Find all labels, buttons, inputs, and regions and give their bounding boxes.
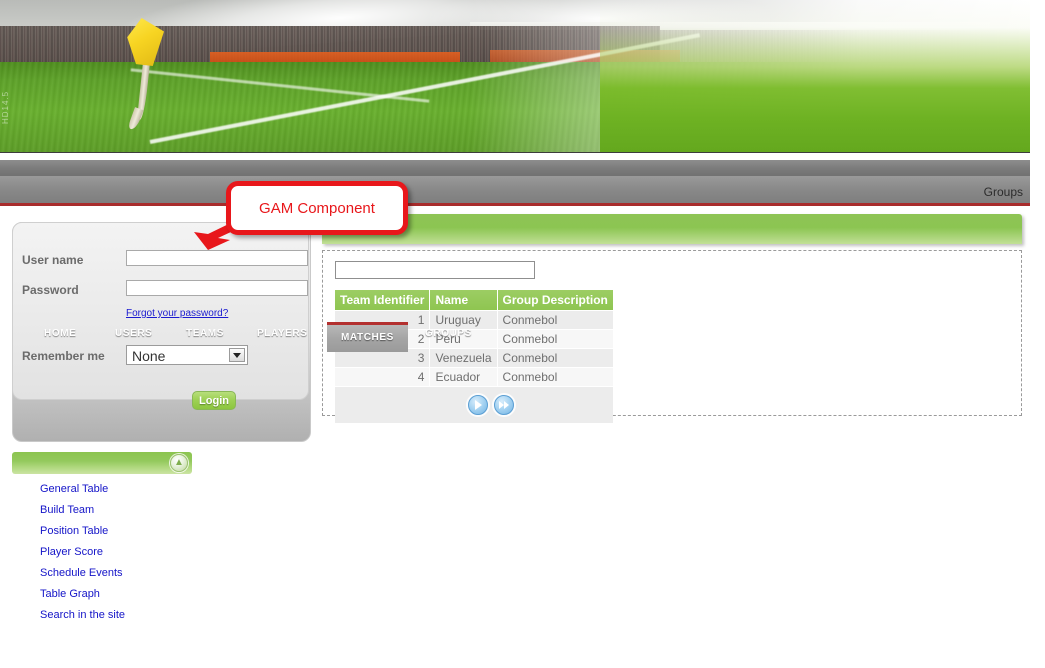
table-cell: 4	[335, 368, 431, 386]
table-header-row: Team Identifier Name Group Description	[335, 290, 613, 310]
site-banner: HD14.5	[0, 0, 1030, 153]
page-title: Groups	[983, 185, 1023, 199]
remember-me-label: Remember me	[22, 349, 105, 363]
callout-gam-component: GAM Component	[226, 181, 408, 235]
side-link[interactable]: General Table	[40, 483, 125, 495]
nav-item-groups[interactable]: GROUPS	[425, 328, 472, 339]
grid-search-input[interactable]	[335, 261, 535, 279]
column-header[interactable]: Team Identifier	[335, 290, 431, 310]
table-cell: Venezuela	[430, 349, 498, 367]
column-header[interactable]: Name	[430, 290, 498, 310]
nav-item-home[interactable]: HOME	[44, 328, 76, 339]
table-pager-row	[335, 387, 613, 423]
main-navigation: HOME USERS TEAMS PLAYERS MATCHES GROUPS	[0, 160, 1030, 352]
table-cell: Conmebol	[497, 330, 613, 348]
table-foot	[335, 387, 613, 423]
username-label: User name	[22, 253, 84, 267]
side-link[interactable]: Build Team	[40, 504, 125, 516]
callout-text: GAM Component	[259, 199, 375, 217]
chevron-down-icon[interactable]	[229, 348, 245, 362]
table-cell: Conmebol	[497, 368, 613, 386]
side-link[interactable]: Schedule Events	[40, 567, 125, 579]
table-row[interactable]: 4 Ecuador Conmebol	[335, 368, 613, 386]
stadium-photo: HD14.5	[0, 0, 1030, 152]
table-head: Team Identifier Name Group Description	[335, 290, 613, 310]
chevron-double-up-icon: ▲	[174, 457, 184, 468]
side-link[interactable]: Search in the site	[40, 609, 125, 621]
nav-item-teams[interactable]: TEAMS	[186, 328, 224, 339]
content-panel: Team Identifier Name Group Description 1 Ur…	[322, 214, 1022, 423]
nav-item-matches[interactable]: MATCHES	[327, 322, 408, 352]
password-label: Password	[22, 283, 79, 297]
next-page-button[interactable]	[468, 395, 488, 415]
nav-item-players[interactable]: PLAYERS	[257, 328, 308, 339]
remember-me-value: None	[132, 348, 166, 364]
sidelinks-list: General Table Build Team Position Table Pla…	[40, 483, 125, 630]
groups-table: Team Identifier Name Group Description 1 Ur…	[335, 289, 613, 424]
remember-me-select[interactable]: None	[126, 345, 248, 365]
column-header[interactable]: Group Description	[497, 290, 613, 310]
side-link[interactable]: Player Score	[40, 546, 125, 558]
triangle-right-icon	[474, 400, 482, 410]
forgot-password-link[interactable]: Forgot your password?	[126, 308, 228, 319]
login-button[interactable]: Login	[192, 391, 236, 410]
table-cell: Conmebol	[497, 311, 613, 329]
pager-cell	[335, 387, 613, 423]
page-root: HD14.5 HOME USERS TEAMS PLAYERS MATCHES GROUP…	[0, 0, 1045, 668]
table-cell: Ecuador	[430, 368, 498, 386]
nav-item-users[interactable]: USERS	[115, 328, 152, 339]
side-link[interactable]: Table Graph	[40, 588, 125, 600]
sidelinks-header-bar: ▲	[12, 452, 192, 474]
collapse-toggle-button[interactable]: ▲	[170, 454, 188, 472]
banner-green-fade	[600, 0, 1030, 152]
password-input[interactable]	[126, 280, 308, 296]
side-link[interactable]: Position Table	[40, 525, 125, 537]
content-header-bar	[322, 214, 1022, 244]
banner-watermark: HD14.5	[1, 90, 10, 124]
table-cell: Uruguay	[430, 311, 498, 329]
last-page-button[interactable]	[494, 395, 514, 415]
table-cell: Conmebol	[497, 349, 613, 367]
